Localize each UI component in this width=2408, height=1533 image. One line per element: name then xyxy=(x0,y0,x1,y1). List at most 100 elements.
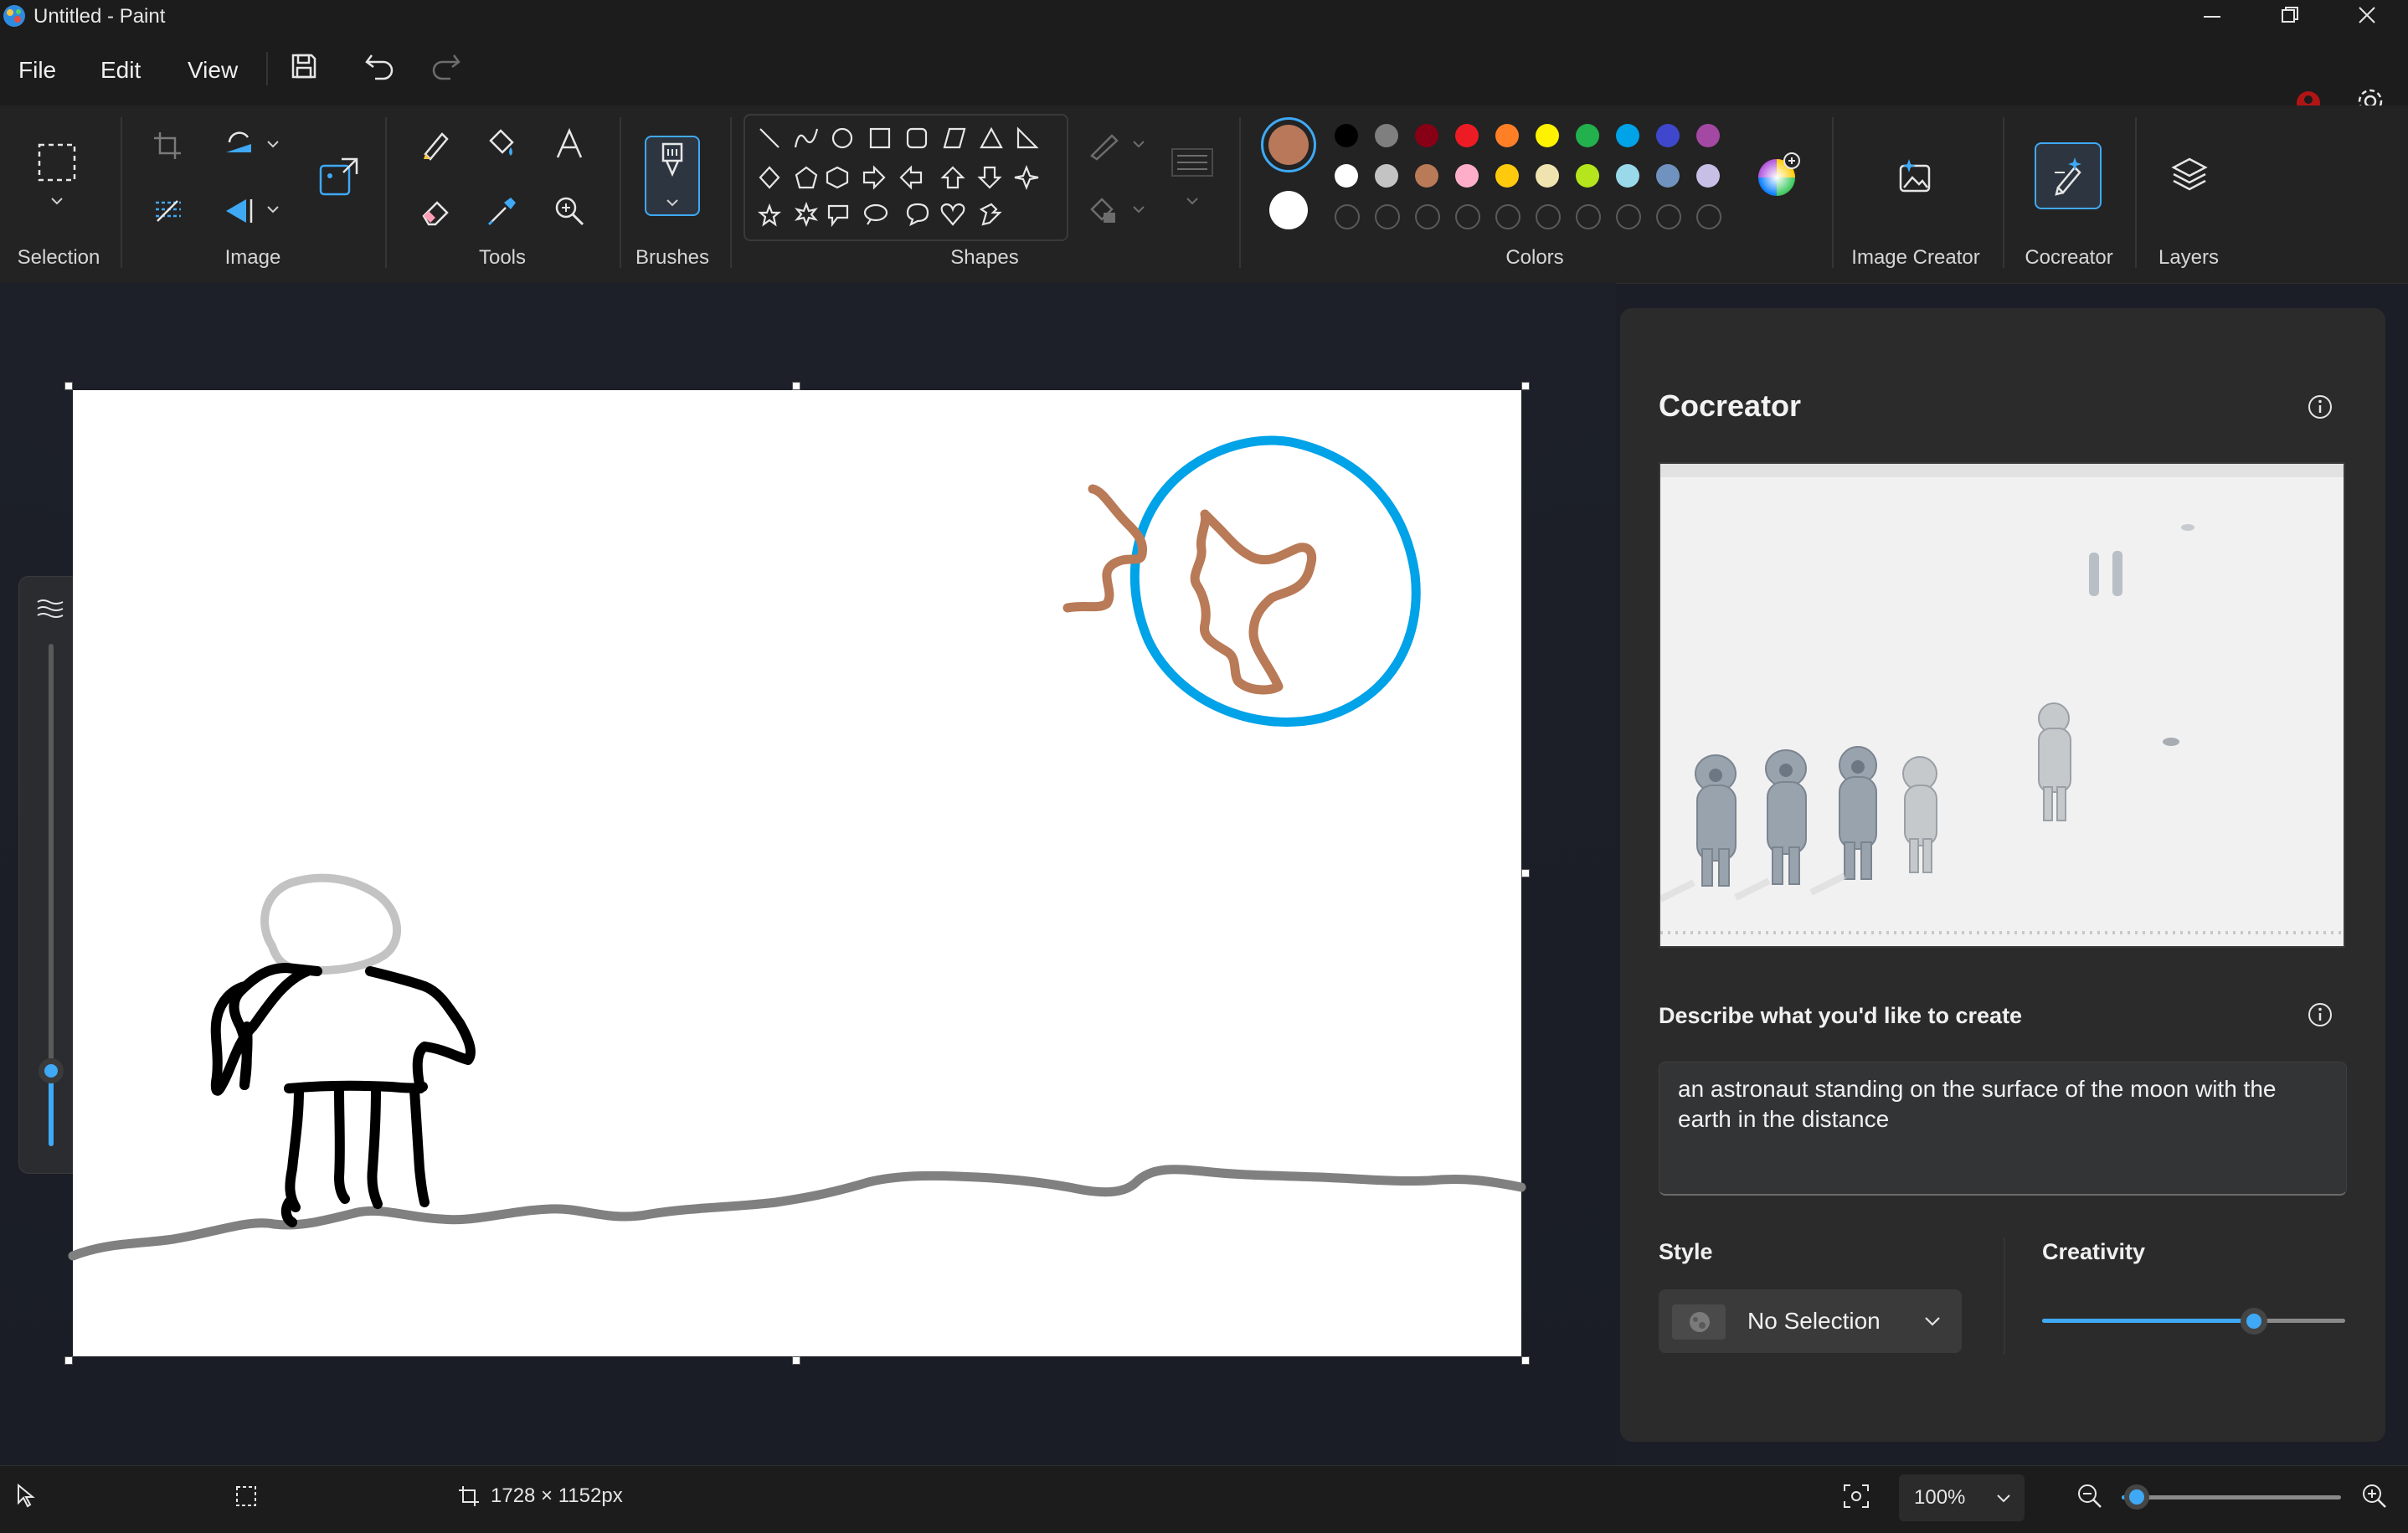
canvas-drawing xyxy=(68,435,1526,1261)
layers-icon[interactable] xyxy=(2170,156,2209,194)
color-swatch[interactable] xyxy=(1455,164,1479,188)
color-swatch[interactable] xyxy=(1495,124,1519,147)
color-swatch[interactable] xyxy=(1415,124,1438,147)
redo-icon[interactable] xyxy=(429,50,462,80)
resize-handle-top-middle[interactable] xyxy=(792,382,800,390)
prompt-text: an astronaut standing on the surface of … xyxy=(1678,1076,2277,1132)
chevron-down-icon[interactable] xyxy=(50,196,64,206)
chevron-down-icon[interactable] xyxy=(266,139,280,149)
slider-track xyxy=(2122,1495,2341,1500)
resize-handle-top-right[interactable] xyxy=(1521,382,1530,390)
prompt-textarea[interactable]: an astronaut standing on the surface of … xyxy=(1659,1062,2347,1196)
color-swatch[interactable] xyxy=(1375,164,1398,188)
stroke-size-icon[interactable] xyxy=(1171,147,1214,177)
custom-color-slot[interactable] xyxy=(1616,204,1641,229)
drawing-canvas[interactable] xyxy=(68,390,1526,1356)
zoom-out-icon[interactable] xyxy=(2076,1483,2103,1510)
ribbon-separator xyxy=(2135,117,2137,268)
custom-color-slot[interactable] xyxy=(1656,204,1681,229)
undo-icon[interactable] xyxy=(363,50,397,80)
custom-color-slot[interactable] xyxy=(1335,204,1360,229)
zoom-value: 100% xyxy=(1914,1486,1966,1509)
image-creator-icon[interactable] xyxy=(1897,157,1934,194)
slider-thumb[interactable] xyxy=(39,1058,64,1083)
outline-icon[interactable] xyxy=(1087,131,1120,161)
custom-color-slot[interactable] xyxy=(1415,204,1440,229)
restore-icon[interactable] xyxy=(2280,5,2300,25)
chevron-down-icon[interactable] xyxy=(1132,139,1145,149)
edit-colors-icon[interactable] xyxy=(1753,151,1803,201)
custom-color-slot[interactable] xyxy=(1455,204,1480,229)
resize-handle-bottom-right[interactable] xyxy=(1521,1356,1530,1365)
eraser-icon[interactable] xyxy=(419,194,452,228)
menu-edit[interactable]: Edit xyxy=(100,57,141,84)
minimize-icon[interactable] xyxy=(2202,8,2222,25)
menu-view[interactable]: View xyxy=(188,57,238,84)
color-swatch[interactable] xyxy=(1536,164,1559,188)
primary-color-swatch[interactable] xyxy=(1261,117,1316,172)
chevron-down-icon xyxy=(1925,1317,1940,1326)
color-swatch[interactable] xyxy=(1696,164,1720,188)
color-swatch[interactable] xyxy=(1495,164,1519,188)
selection-rectangle-icon[interactable] xyxy=(37,142,77,183)
prompt-label: Describe what you'd like to create xyxy=(1659,1003,2023,1028)
title-bar: Untitled - Paint xyxy=(0,0,2408,33)
custom-color-slot[interactable] xyxy=(1576,204,1601,229)
menu-file[interactable]: File xyxy=(18,57,56,84)
fill-bucket-icon[interactable] xyxy=(486,127,519,161)
rotate-icon[interactable] xyxy=(223,131,256,161)
color-picker-icon[interactable] xyxy=(486,194,519,228)
flip-icon[interactable] xyxy=(223,196,256,226)
info-icon[interactable] xyxy=(2307,394,2333,420)
resize-handle-bottom-left[interactable] xyxy=(64,1356,73,1365)
magnifier-icon[interactable] xyxy=(553,194,586,228)
info-icon[interactable] xyxy=(2307,1001,2333,1028)
resize-handle-top-left[interactable] xyxy=(64,382,73,390)
crop-icon[interactable] xyxy=(152,131,183,161)
color-swatch[interactable] xyxy=(1536,124,1559,147)
custom-color-slot[interactable] xyxy=(1375,204,1400,229)
remove-background-icon[interactable] xyxy=(152,196,184,226)
color-swatch[interactable] xyxy=(1415,164,1438,188)
color-swatch[interactable] xyxy=(1455,124,1479,147)
slider-thumb[interactable] xyxy=(2241,1308,2268,1335)
save-icon[interactable] xyxy=(290,52,318,80)
resize-handle-middle-right[interactable] xyxy=(1521,869,1530,877)
style-value: No Selection xyxy=(1747,1308,1881,1334)
group-label-brushes: Brushes xyxy=(635,246,710,269)
close-icon[interactable] xyxy=(2357,5,2377,25)
color-swatch[interactable] xyxy=(1656,164,1680,188)
pencil-icon[interactable] xyxy=(419,127,452,161)
chevron-down-icon[interactable] xyxy=(1132,204,1145,214)
color-swatch[interactable] xyxy=(1576,124,1599,147)
custom-color-slot[interactable] xyxy=(1696,204,1721,229)
color-swatch[interactable] xyxy=(1616,124,1639,147)
color-swatch[interactable] xyxy=(1576,164,1599,188)
fit-to-window-icon[interactable] xyxy=(1842,1483,1870,1510)
resize-handle-bottom-middle[interactable] xyxy=(792,1356,800,1365)
ribbon-separator xyxy=(1832,117,1834,268)
shapes-grid-icon xyxy=(757,126,1039,228)
chevron-down-icon[interactable] xyxy=(266,204,280,214)
style-dropdown[interactable]: No Selection xyxy=(1659,1289,1962,1353)
color-swatch[interactable] xyxy=(1375,124,1398,147)
custom-color-slot[interactable] xyxy=(1536,204,1561,229)
creativity-slider[interactable] xyxy=(2042,1304,2345,1338)
color-swatch[interactable] xyxy=(1696,124,1720,147)
secondary-color-swatch[interactable] xyxy=(1269,191,1308,229)
zoom-slider[interactable] xyxy=(2122,1483,2341,1511)
color-swatch[interactable] xyxy=(1335,124,1358,147)
color-swatch[interactable] xyxy=(1656,124,1680,147)
fill-style-icon[interactable] xyxy=(1087,196,1120,226)
text-tool-icon[interactable] xyxy=(553,127,586,161)
color-swatch[interactable] xyxy=(1616,164,1639,188)
color-swatch[interactable] xyxy=(1335,164,1358,188)
zoom-in-icon[interactable] xyxy=(2361,1483,2388,1510)
resize-image-icon[interactable] xyxy=(318,156,360,198)
chevron-down-icon[interactable] xyxy=(666,198,679,208)
custom-color-slot[interactable] xyxy=(1495,204,1520,229)
chevron-down-icon[interactable] xyxy=(1186,196,1199,206)
generated-image-card[interactable] xyxy=(1659,462,2345,948)
slider-thumb[interactable] xyxy=(2124,1484,2150,1510)
zoom-dropdown[interactable]: 100% xyxy=(1899,1474,2025,1521)
